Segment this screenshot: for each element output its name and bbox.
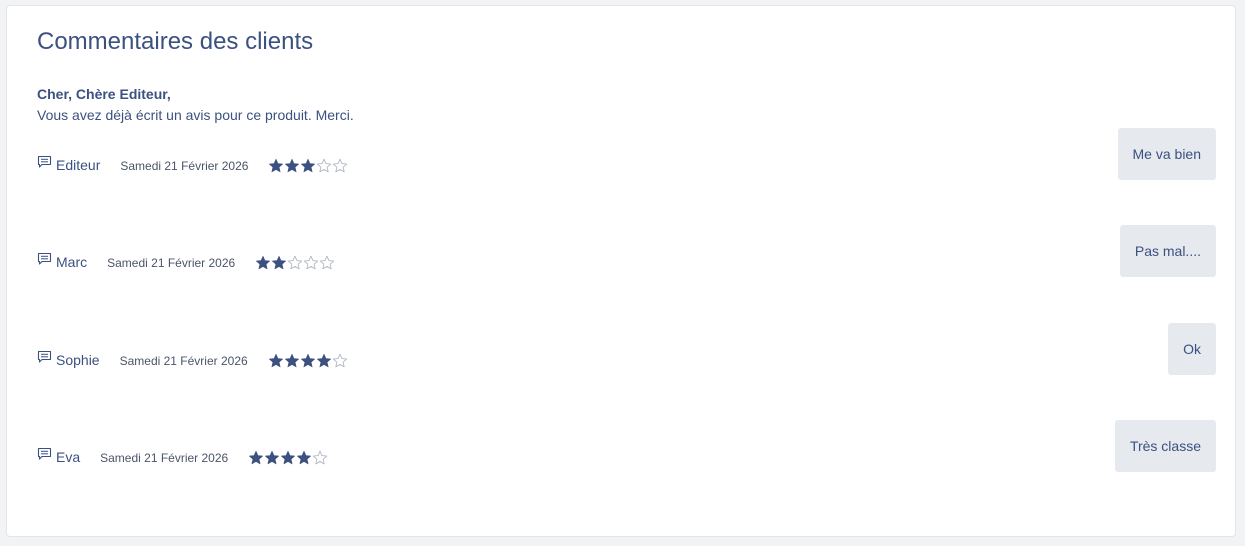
star-filled-icon: [248, 450, 264, 466]
review-item: Marc Samedi 21 Février 2026 Pas mal....: [7, 225, 1235, 281]
review-author: Sophie: [56, 352, 100, 368]
star-empty-icon: [287, 255, 303, 271]
star-empty-icon: [319, 255, 335, 271]
review-author: Editeur: [56, 157, 101, 173]
star-empty-icon: [303, 255, 319, 271]
star-rating: [268, 156, 348, 174]
star-empty-icon: [332, 353, 348, 369]
review-date: Samedi 21 Février 2026: [100, 451, 229, 465]
star-rating: [248, 448, 328, 466]
review-comment-button[interactable]: Ok: [1168, 323, 1216, 375]
comment-icon: [37, 447, 52, 461]
star-filled-icon: [268, 353, 284, 369]
review-date: Samedi 21 Février 2026: [119, 354, 248, 368]
review-meta: Eva Samedi 21 Février 2026: [37, 447, 328, 466]
star-filled-icon: [296, 450, 312, 466]
review-author: Eva: [56, 449, 81, 465]
review-comment-button[interactable]: Me va bien: [1117, 128, 1216, 180]
star-empty-icon: [316, 158, 332, 174]
comment-icon: [37, 252, 52, 266]
star-filled-icon: [300, 353, 316, 369]
star-filled-icon: [264, 450, 280, 466]
review-meta: Editeur Samedi 21 Février 2026: [37, 155, 348, 174]
star-empty-icon: [312, 450, 328, 466]
already-reviewed-notice: Vous avez déjà écrit un avis pour ce pro…: [37, 107, 354, 123]
review-item: Sophie Samedi 21 Février 2026 Ok: [7, 323, 1235, 379]
review-item: Editeur Samedi 21 Février 2026 Me va bie…: [7, 128, 1235, 184]
review-comment-button[interactable]: Très classe: [1114, 420, 1216, 472]
comment-icon: [37, 350, 52, 364]
review-date: Samedi 21 Février 2026: [120, 159, 249, 173]
star-empty-icon: [332, 158, 348, 174]
review-comment-button[interactable]: Pas mal....: [1119, 225, 1216, 277]
review-meta: Marc Samedi 21 Février 2026: [37, 252, 335, 271]
greeting-text: Cher, Chère Editeur,: [37, 86, 171, 102]
star-filled-icon: [284, 158, 300, 174]
star-filled-icon: [271, 255, 287, 271]
star-rating: [268, 351, 348, 369]
customer-reviews-panel: Commentaires des clients Cher, Chère Edi…: [6, 5, 1236, 537]
star-filled-icon: [300, 158, 316, 174]
review-date: Samedi 21 Février 2026: [107, 256, 236, 270]
review-item: Eva Samedi 21 Février 2026 Très classe: [7, 420, 1235, 476]
review-author: Marc: [56, 254, 88, 270]
star-filled-icon: [268, 158, 284, 174]
star-rating: [255, 253, 335, 271]
star-filled-icon: [316, 353, 332, 369]
section-title: Commentaires des clients: [37, 28, 314, 55]
star-filled-icon: [255, 255, 271, 271]
star-filled-icon: [280, 450, 296, 466]
review-meta: Sophie Samedi 21 Février 2026: [37, 350, 348, 369]
star-filled-icon: [284, 353, 300, 369]
comment-icon: [37, 155, 52, 169]
